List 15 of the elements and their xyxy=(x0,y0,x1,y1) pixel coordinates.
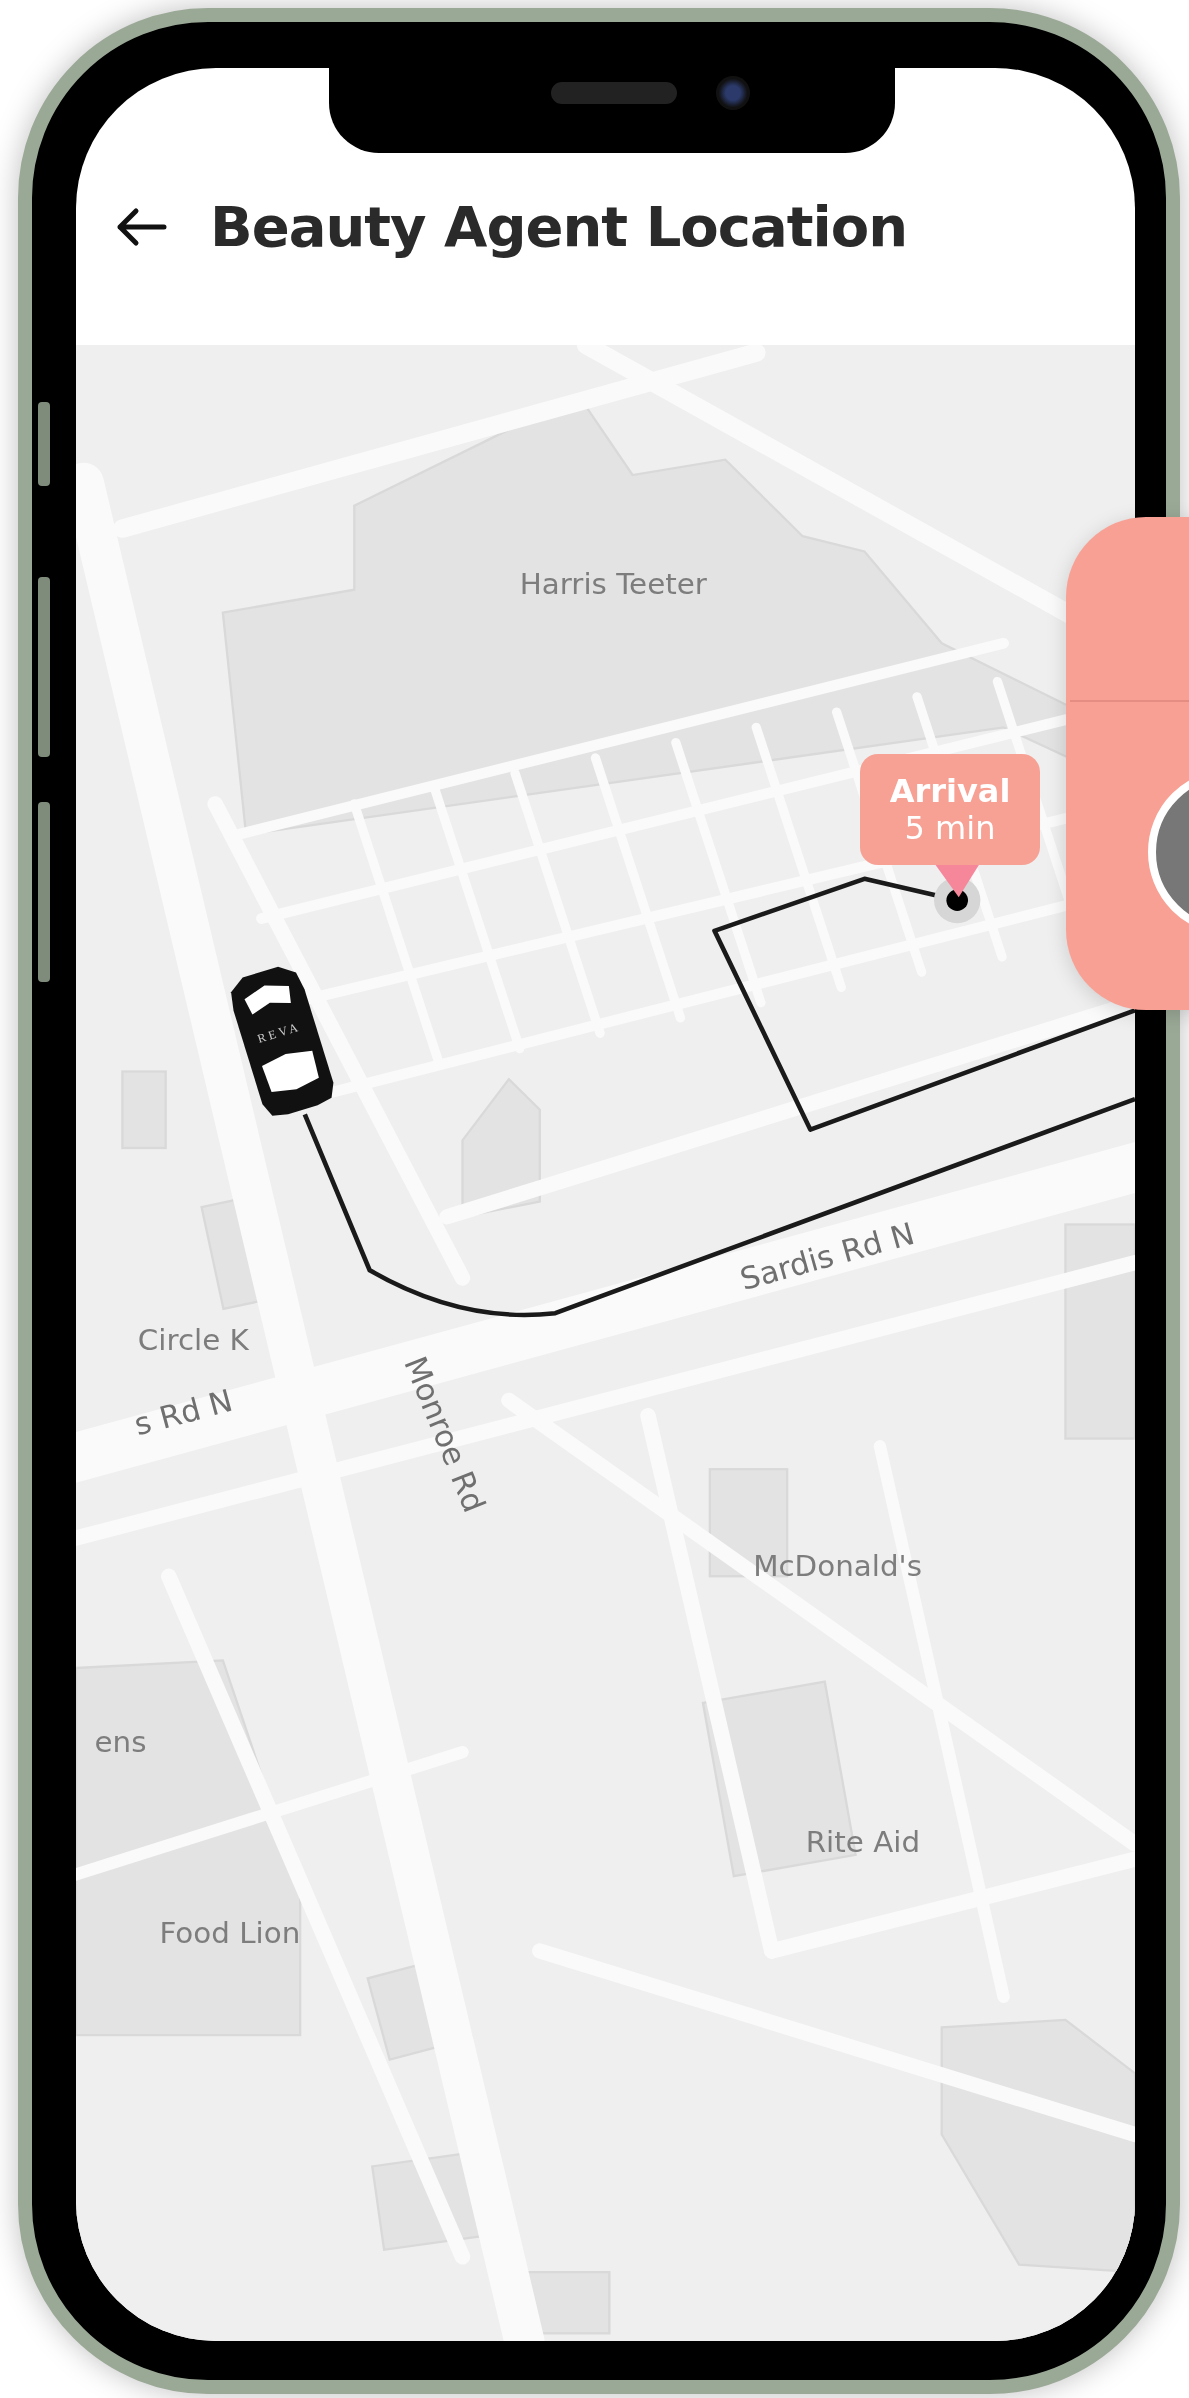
camera-icon xyxy=(716,76,750,110)
car-brand-text: REVA xyxy=(255,1019,303,1046)
destination-pin-icon xyxy=(934,865,981,924)
road-label: Sardis Rd N xyxy=(736,1215,919,1297)
place-label: McDonald's xyxy=(753,1549,922,1584)
place-label: Rite Aid xyxy=(805,1824,921,1859)
place-label: Food Lion xyxy=(159,1916,301,1951)
place-label: Harris Teeter xyxy=(519,567,707,602)
road-label: s Rd N xyxy=(130,1382,237,1443)
arrival-label: Arrival xyxy=(889,772,1011,810)
speaker-icon xyxy=(551,82,677,104)
place-label: Circle K xyxy=(137,1323,249,1357)
place-label: ens xyxy=(94,1725,147,1760)
page-title: Beauty Agent Location xyxy=(210,194,908,259)
arrival-time: 5 min xyxy=(904,809,996,847)
